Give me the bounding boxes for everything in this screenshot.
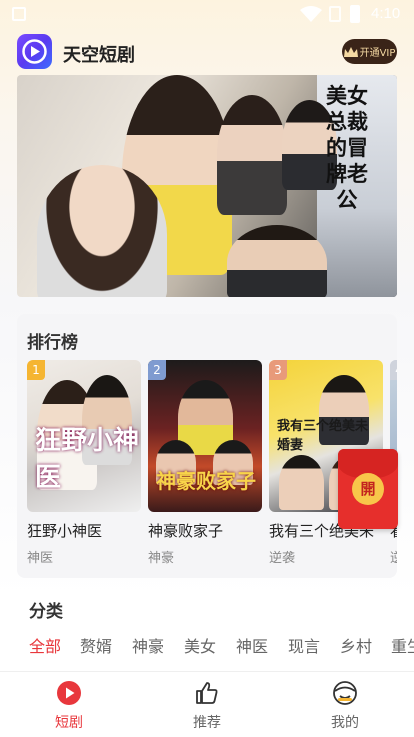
featured-banner[interactable]: 美女总裁的冒牌老公 — [17, 75, 397, 297]
banner-figure — [37, 165, 167, 297]
app-title: 天空短剧 — [63, 45, 135, 66]
banner-figure — [217, 95, 287, 215]
rank-badge: 4 — [390, 360, 397, 380]
drama-tag: 逆 — [390, 551, 397, 566]
crown-icon — [343, 46, 358, 57]
rank-badge: 2 — [148, 360, 166, 380]
ranking-title: 排行榜 — [27, 333, 78, 353]
ranking-card[interactable]: 2 神豪败家子 神豪败家子 神豪 — [148, 360, 262, 566]
nav-label: 短剧 — [55, 715, 83, 731]
cover-title: 我有三个绝美未婚妻 — [277, 419, 369, 453]
category-tab[interactable]: 现言 — [288, 633, 320, 657]
nav-label: 我的 — [331, 715, 359, 731]
thumbs-up-icon — [196, 682, 218, 704]
nav-item-drama[interactable]: 短剧 — [34, 680, 104, 732]
bottom-nav: 短剧 推荐 我的 — [0, 671, 414, 737]
category-tab[interactable]: 赘婿 — [80, 633, 112, 657]
envelope-open-label: 開 — [352, 473, 384, 505]
cover-figure — [279, 455, 324, 510]
vip-label: 开通VIP — [359, 48, 396, 59]
category-tab-all[interactable]: 全部 — [29, 633, 61, 657]
status-bar: 4:10 — [0, 0, 414, 30]
drama-tag: 逆袭 — [269, 551, 296, 566]
play-circle-icon — [57, 681, 81, 705]
nav-item-mine[interactable]: 我的 — [310, 680, 380, 732]
nav-item-recommend[interactable]: 推荐 — [172, 680, 242, 732]
drama-cover[interactable]: 1 狂野小神医 — [27, 360, 141, 512]
open-vip-button[interactable]: 开通VIP — [342, 39, 397, 64]
rank-badge: 1 — [27, 360, 45, 380]
user-face-icon — [333, 681, 357, 705]
battery-icon — [350, 5, 360, 23]
ranking-card[interactable]: 1 狂野小神医 狂野小神医 神医 — [27, 360, 141, 566]
banner-title: 美女总裁的冒牌老公 — [326, 83, 368, 212]
category-title: 分类 — [29, 602, 63, 622]
category-tab[interactable]: 神豪 — [132, 633, 164, 657]
category-tab[interactable]: 美女 — [184, 633, 216, 657]
drama-name[interactable]: 狂野小神医 — [27, 520, 141, 541]
cover-title: 神豪败家子 — [156, 469, 256, 493]
nav-label: 推荐 — [193, 715, 221, 731]
drama-name[interactable]: 神豪败家子 — [148, 520, 262, 541]
app-logo-icon — [17, 34, 52, 69]
category-tab[interactable]: 乡村 — [340, 633, 372, 657]
app-header: 天空短剧 开通VIP — [0, 32, 414, 72]
sim-icon — [329, 6, 341, 22]
drama-tag: 神豪 — [148, 551, 175, 566]
cover-title: 狂野小神医 — [35, 426, 140, 493]
ranking-section: 排行榜 1 狂野小神医 狂野小神医 神医 2 神豪败家子 神豪败家子 神豪 3 … — [17, 314, 397, 578]
drama-cover[interactable]: 2 神豪败家子 — [148, 360, 262, 512]
red-envelope-button[interactable]: 開 — [338, 449, 398, 529]
rank-badge: 3 — [269, 360, 287, 380]
category-tabs: 全部 赘婿 神豪 美女 神医 现言 乡村 重生 — [0, 633, 414, 657]
status-time: 4:10 — [371, 5, 401, 22]
category-tab[interactable]: 神医 — [236, 633, 268, 657]
category-tab[interactable]: 重生 — [391, 633, 414, 657]
banner-figure — [227, 225, 327, 297]
notification-icon — [12, 7, 26, 21]
drama-tag: 神医 — [27, 551, 54, 566]
wifi-icon — [300, 6, 322, 22]
